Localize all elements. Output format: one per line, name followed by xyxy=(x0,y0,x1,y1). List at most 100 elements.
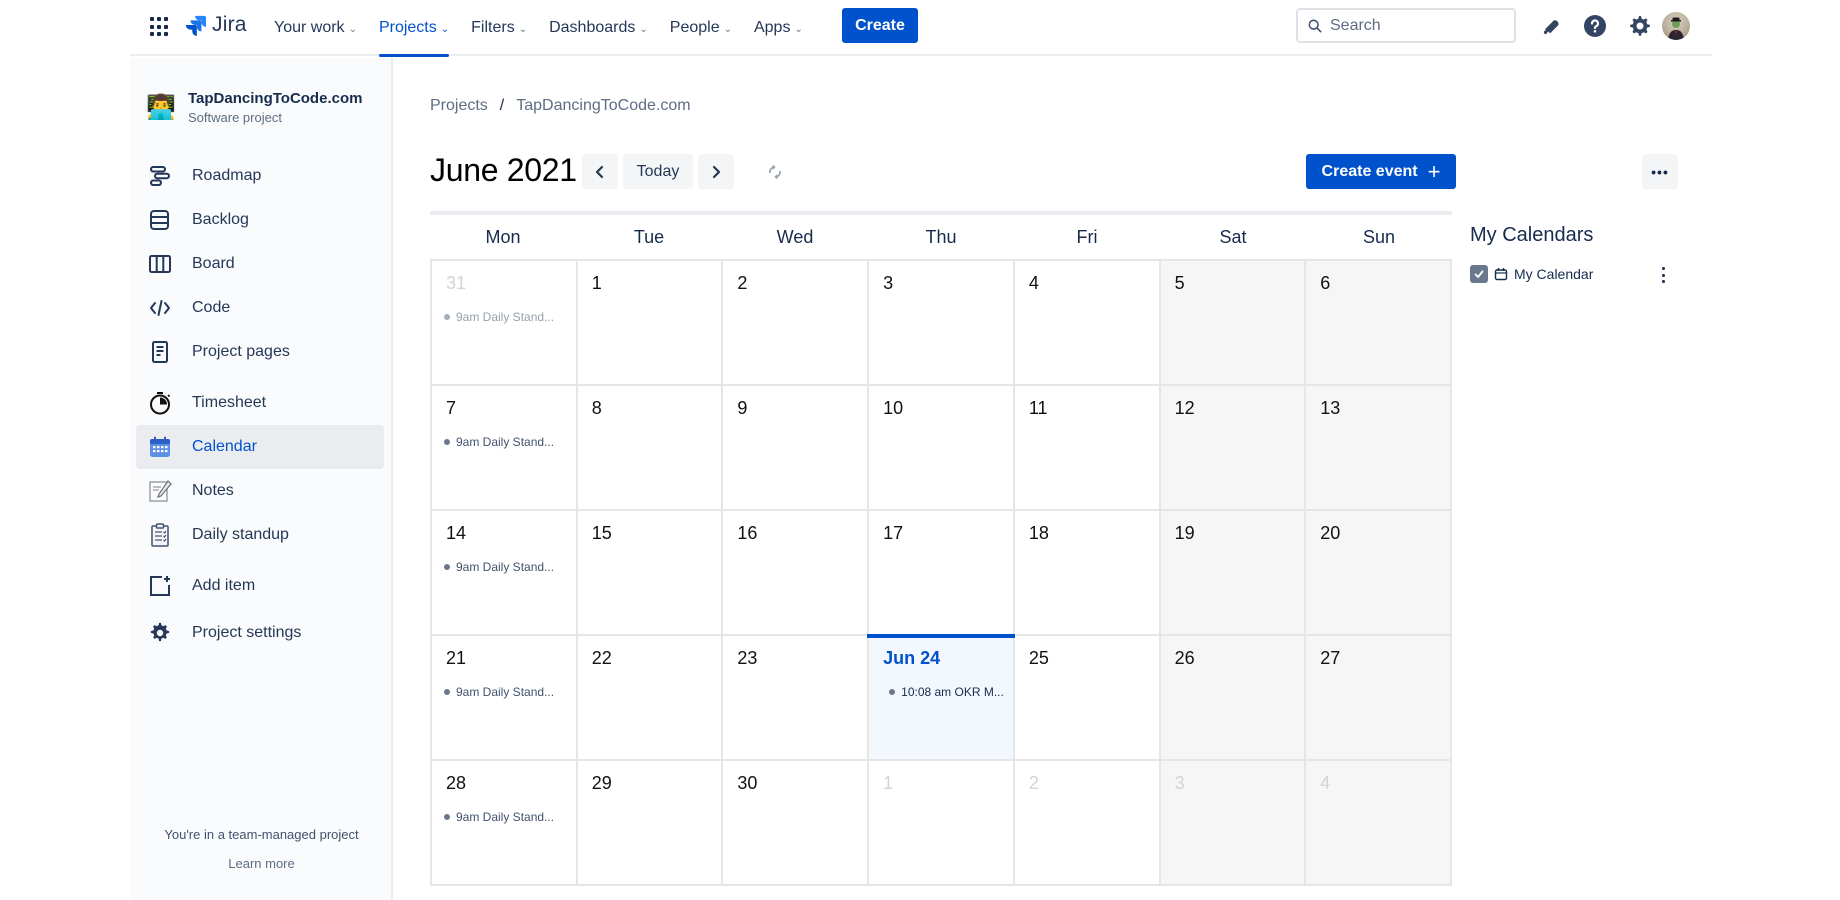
settings-icon[interactable] xyxy=(1626,13,1652,39)
calendar-day-cell[interactable]: 19 xyxy=(1160,511,1307,636)
calendar-day-cell[interactable]: 4 xyxy=(1306,761,1452,886)
sidebar-item-project-pages[interactable]: Project pages xyxy=(136,330,384,374)
calendar-day-cell[interactable]: 3 xyxy=(1160,761,1307,886)
calendar-day-cell[interactable]: 23 xyxy=(723,636,870,761)
calendar-day-cell[interactable]: 25 xyxy=(1014,636,1161,761)
calendar-day-cell[interactable]: 30 xyxy=(723,761,870,886)
calendar-day-cell[interactable]: 10 xyxy=(869,386,1015,511)
create-button[interactable]: Create xyxy=(842,8,918,43)
calendar-day-cell[interactable]: 16 xyxy=(723,511,870,636)
sidebar-item-backlog[interactable]: Backlog xyxy=(136,198,384,242)
calendar-day-cell[interactable]: 11 xyxy=(1014,386,1161,511)
calendar-day-cell[interactable]: 7 9am Daily Stand... xyxy=(432,386,578,511)
breadcrumb-projects[interactable]: Projects xyxy=(430,97,488,115)
sidebar-item-calendar[interactable]: Calendar xyxy=(136,425,384,469)
sidebar-item-label: Backlog xyxy=(192,211,249,228)
calendar-day-cell[interactable]: 22 xyxy=(577,636,724,761)
event-dot-icon xyxy=(889,689,896,695)
project-type: Software project xyxy=(188,110,282,125)
day-number: 22 xyxy=(591,648,612,668)
day-number: 27 xyxy=(1320,648,1341,668)
calendar-day-cell[interactable]: 2 xyxy=(723,261,870,386)
nav-your-work[interactable]: Your work ⌄ xyxy=(274,0,357,56)
calendar-day-cell[interactable]: 8 xyxy=(577,386,724,511)
sidebar-item-add-item[interactable]: Add item xyxy=(136,564,384,608)
jira-logo[interactable]: Jira xyxy=(184,13,247,37)
weekday-header: Wed xyxy=(776,226,814,247)
calendar-event[interactable]: 10:08 am OKR M... xyxy=(889,685,1013,699)
create-event-label: Create event xyxy=(1321,162,1418,180)
create-event-button[interactable]: Create event + xyxy=(1306,154,1456,189)
calendar-day-cell[interactable]: 15 xyxy=(577,511,724,636)
calendar-options-icon[interactable] xyxy=(1656,265,1670,285)
refresh-icon[interactable] xyxy=(766,163,784,181)
breadcrumb-project[interactable]: TapDancingToCode.com xyxy=(516,97,690,115)
calendar-day-cell[interactable]: 3 xyxy=(869,261,1015,386)
calendar-day-cell[interactable]: 20 xyxy=(1306,511,1452,636)
top-navigation: Jira Your work ⌄ Projects ⌄ Filters ⌄ Dashb… xyxy=(130,0,1712,57)
calendar-day-cell[interactable]: 9 xyxy=(723,386,870,511)
more-actions-button[interactable]: ••• xyxy=(1642,154,1678,189)
jira-logo-icon xyxy=(185,15,206,36)
sidebar-item-notes[interactable]: Notes xyxy=(136,469,384,513)
calendar-day-cell[interactable]: 5 xyxy=(1160,261,1307,386)
nav-label: Projects xyxy=(378,19,437,36)
sidebar-item-roadmap[interactable]: Roadmap xyxy=(136,154,384,198)
calendar-day-cell[interactable]: 4 xyxy=(1014,261,1161,386)
day-number: 1 xyxy=(883,773,894,793)
sidebar-item-daily-standup[interactable]: Daily standup xyxy=(136,513,384,557)
calendar-day-cell-today[interactable]: Jun 24 10:08 am OKR M... xyxy=(867,634,1015,761)
gear-icon xyxy=(148,621,172,645)
help-icon[interactable] xyxy=(1582,13,1608,39)
calendar-event[interactable]: 9am Daily Stand... xyxy=(444,560,576,574)
nav-dashboards[interactable]: Dashboards ⌄ xyxy=(549,0,648,56)
nav-label: Your work xyxy=(274,19,345,36)
calendar-event[interactable]: 9am Daily Stand... xyxy=(444,310,576,324)
calendar-day-cell[interactable]: 14 9am Daily Stand... xyxy=(432,511,578,636)
app-switcher-icon[interactable] xyxy=(150,17,170,37)
today-button[interactable]: Today xyxy=(623,154,693,189)
nav-filters[interactable]: Filters ⌄ xyxy=(471,0,527,56)
calendar-day-cell[interactable]: 13 xyxy=(1306,386,1452,511)
calendar-event[interactable]: 9am Daily Stand... xyxy=(444,435,576,449)
calendar-day-cell[interactable]: 6 xyxy=(1306,261,1452,386)
search-input[interactable] xyxy=(1330,16,1500,35)
previous-month-button[interactable] xyxy=(582,154,618,189)
calendar-day-cell[interactable]: 29 xyxy=(577,761,724,886)
calendar-event[interactable]: 9am Daily Stand... xyxy=(444,685,576,699)
notifications-icon[interactable] xyxy=(1538,13,1564,39)
sidebar-item-code[interactable]: Code xyxy=(136,286,384,330)
breadcrumb-separator: / xyxy=(499,97,505,114)
calendar-day-cell[interactable]: 17 xyxy=(869,511,1015,636)
calendar-list-item: My Calendar xyxy=(1470,265,1593,283)
calendar-visibility-checkbox[interactable] xyxy=(1470,265,1488,283)
avatar[interactable] xyxy=(1662,12,1690,40)
nav-label: Apps xyxy=(753,19,791,36)
calendar-day-cell[interactable]: 1 xyxy=(577,261,724,386)
calendar-day-cell[interactable]: 27 xyxy=(1306,636,1452,761)
project-header[interactable]: 👨‍💻 TapDancingToCode.com Software projec… xyxy=(146,90,362,125)
next-month-button[interactable] xyxy=(698,154,734,189)
sidebar-item-label: Board xyxy=(192,255,235,272)
nav-people[interactable]: People ⌄ xyxy=(670,0,732,56)
sidebar-item-timesheet[interactable]: Timesheet xyxy=(136,381,384,425)
chevron-down-icon: ⌄ xyxy=(518,23,528,35)
sidebar-item-project-settings[interactable]: Project settings xyxy=(136,611,384,655)
search-box[interactable] xyxy=(1296,8,1516,43)
calendar-day-cell[interactable]: 26 xyxy=(1160,636,1307,761)
calendar-day-cell[interactable]: 28 9am Daily Stand... xyxy=(432,761,578,886)
learn-more-link[interactable]: Learn more xyxy=(130,856,393,871)
sidebar-item-board[interactable]: Board xyxy=(136,242,384,286)
calendar-day-cell[interactable]: 21 9am Daily Stand... xyxy=(432,636,578,761)
calendar-day-cell[interactable]: 2 xyxy=(1014,761,1161,886)
calendar-day-cell[interactable]: 31 9am Daily Stand... xyxy=(432,261,578,386)
calendar-day-cell[interactable]: 18 xyxy=(1014,511,1161,636)
nav-apps[interactable]: Apps ⌄ xyxy=(754,0,803,56)
calendar-day-cell[interactable]: 1 xyxy=(869,761,1015,886)
nav-projects[interactable]: Projects ⌄ xyxy=(378,0,450,57)
calendar-event[interactable]: 9am Daily Stand... xyxy=(444,810,576,824)
calendar-name[interactable]: My Calendar xyxy=(1514,266,1593,282)
calendar-day-cell[interactable]: 12 xyxy=(1160,386,1307,511)
weekday-header: Tue xyxy=(633,226,665,247)
sidebar-item-label: Code xyxy=(192,299,231,316)
